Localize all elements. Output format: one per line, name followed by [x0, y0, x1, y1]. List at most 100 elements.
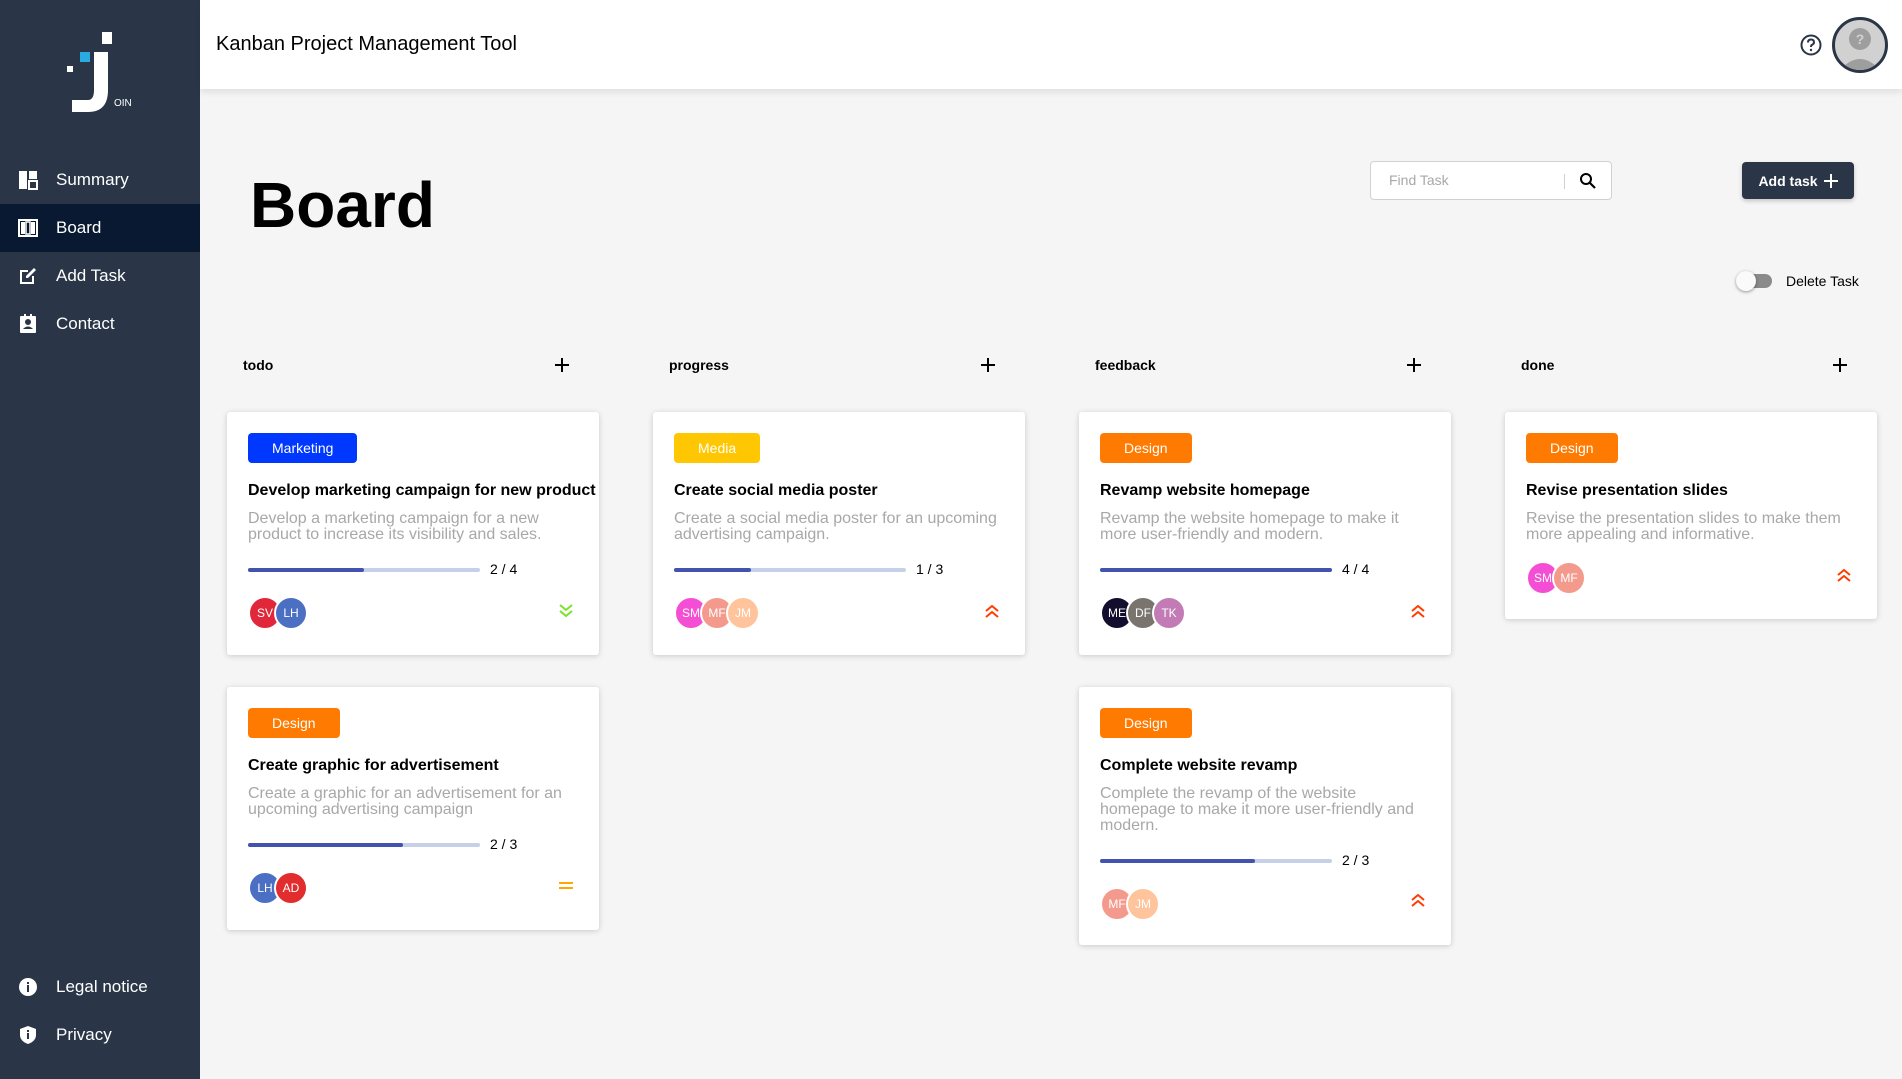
column-header-done: done — [1505, 355, 1847, 375]
board-icon — [18, 219, 38, 237]
sidebar-item-summary[interactable]: Summary — [0, 156, 200, 204]
progress-fill — [248, 843, 403, 847]
plus-icon — [1823, 173, 1838, 188]
page-title: Board — [250, 169, 435, 241]
sidebar-item-contact[interactable]: Contact — [0, 300, 200, 348]
add-task-icon — [20, 268, 36, 284]
subtask-progress-text: 2 / 3 — [490, 836, 518, 852]
top-header: Kanban Project Management Tool ? — [200, 0, 1902, 89]
task-card[interactable]: Design Revise presentation slides Revise… — [1505, 412, 1877, 619]
task-card[interactable]: Design Revamp website homepage Revamp th… — [1079, 412, 1451, 655]
column-header-todo: todo — [227, 355, 569, 375]
search-input[interactable] — [1389, 172, 1569, 188]
delete-task-toggle[interactable]: Delete Task — [1736, 271, 1859, 291]
assignee-list: SM MF JM — [674, 596, 760, 630]
sidebar-item-privacy[interactable]: Privacy — [0, 1011, 200, 1059]
assignee-avatar: JM — [726, 596, 760, 630]
task-title: Create social media poster — [674, 482, 878, 499]
progress-fill — [1100, 859, 1255, 863]
sidebar-item-add-task[interactable]: Add Task — [0, 252, 200, 300]
subtask-progress-bar — [1100, 859, 1332, 863]
add-to-column-icon[interactable] — [1830, 355, 1850, 375]
user-placeholder-icon: ? — [1840, 28, 1880, 70]
subtask-progress-bar — [248, 843, 480, 847]
assignee-list: SM MF — [1526, 561, 1586, 595]
task-card[interactable]: Marketing Develop marketing campaign for… — [227, 412, 599, 655]
help-icon[interactable] — [1800, 34, 1822, 56]
task-title: Develop marketing campaign for new produ… — [248, 482, 596, 499]
task-card[interactable]: Design Complete website revamp Complete … — [1079, 687, 1451, 945]
progress-fill — [674, 568, 752, 572]
toggle-switch[interactable] — [1736, 271, 1772, 291]
priority-urgent-icon — [1411, 893, 1425, 907]
subtask-progress-text: 2 / 4 — [490, 561, 518, 577]
add-to-column-icon[interactable] — [552, 355, 572, 375]
task-title: Create graphic for advertisement — [248, 757, 499, 774]
task-description: Develop a marketing campaign for a new p… — [248, 510, 542, 543]
sidebar-item-legal-notice[interactable]: Legal notice — [0, 963, 200, 1011]
sidebar-item-label: Add Task — [56, 266, 126, 285]
task-description: Complete the revamp of the website homep… — [1100, 785, 1414, 834]
sidebar-item-board[interactable]: Board — [0, 204, 200, 252]
summary-icon — [19, 171, 38, 190]
column-title: feedback — [1095, 357, 1156, 373]
task-description: Create a social media poster for an upco… — [674, 510, 997, 543]
task-card[interactable]: Media Create social media poster Create … — [653, 412, 1025, 655]
assignee-list: MF JM — [1100, 887, 1160, 921]
contact-icon — [20, 314, 36, 333]
search-icon[interactable] — [1579, 172, 1597, 190]
subtask-progress-text: 4 / 4 — [1342, 561, 1370, 577]
info-icon — [19, 978, 37, 996]
logo-text: OIN — [114, 98, 132, 109]
assignee-avatar: AD — [274, 871, 308, 905]
task-description: Revise the presentation slides to make t… — [1526, 510, 1841, 543]
priority-low-icon — [559, 604, 573, 618]
task-title: Revamp website homepage — [1100, 482, 1310, 499]
priority-urgent-icon — [985, 604, 999, 618]
assignee-list: SV LH — [248, 596, 308, 630]
privacy-icon — [20, 1026, 36, 1044]
priority-urgent-icon — [1837, 568, 1851, 582]
column-title: todo — [243, 357, 274, 373]
task-description: Revamp the website homepage to make it m… — [1100, 510, 1399, 543]
assignee-avatar: MF — [1552, 561, 1586, 595]
join-logo[interactable]: OIN — [62, 28, 142, 118]
sidebar-item-label: Summary — [56, 170, 129, 189]
add-to-column-icon[interactable] — [1404, 355, 1424, 375]
svg-text:?: ? — [1856, 31, 1865, 47]
sidebar-item-label: Contact — [56, 314, 115, 333]
column-header-progress: progress — [653, 355, 995, 375]
delete-task-label: Delete Task — [1786, 273, 1859, 289]
priority-urgent-icon — [1411, 604, 1425, 618]
task-title: Complete website revamp — [1100, 757, 1298, 774]
app-title: Kanban Project Management Tool — [216, 33, 517, 55]
task-title: Revise presentation slides — [1526, 482, 1728, 499]
user-avatar[interactable]: ? — [1832, 17, 1888, 73]
sidebar-item-label: Legal notice — [56, 977, 148, 996]
assignee-avatar: JM — [1126, 887, 1160, 921]
subtask-progress-bar — [248, 568, 480, 572]
assignee-avatar: LH — [274, 596, 308, 630]
category-tag: Marketing — [248, 433, 358, 463]
category-tag: Design — [1526, 433, 1618, 463]
sidebar-item-label: Board — [56, 218, 102, 237]
subtask-progress-bar — [674, 568, 906, 572]
category-tag: Design — [1100, 433, 1192, 463]
search-box — [1370, 161, 1612, 200]
column-title: done — [1521, 357, 1555, 373]
progress-fill — [1100, 568, 1332, 572]
task-description: Create a graphic for an advertisement fo… — [248, 785, 562, 818]
sidebar-nav: Summary Board Add Task Contact — [0, 156, 200, 348]
assignee-avatar: TK — [1152, 596, 1186, 630]
task-card[interactable]: Design Create graphic for advertisement … — [227, 687, 599, 930]
add-task-button-label: Add task — [1758, 172, 1818, 189]
subtask-progress-text: 1 / 3 — [916, 561, 944, 577]
sidebar-bottom-nav: Legal notice Privacy — [0, 963, 200, 1059]
add-to-column-icon[interactable] — [978, 355, 998, 375]
add-task-button[interactable]: Add task — [1742, 162, 1854, 199]
search-divider — [1564, 174, 1565, 189]
category-tag: Media — [674, 433, 761, 463]
subtask-progress-text: 2 / 3 — [1342, 852, 1370, 868]
sidebar: OIN Summary Board Add Task Contact Legal… — [0, 0, 200, 1079]
category-tag: Design — [1100, 708, 1192, 738]
